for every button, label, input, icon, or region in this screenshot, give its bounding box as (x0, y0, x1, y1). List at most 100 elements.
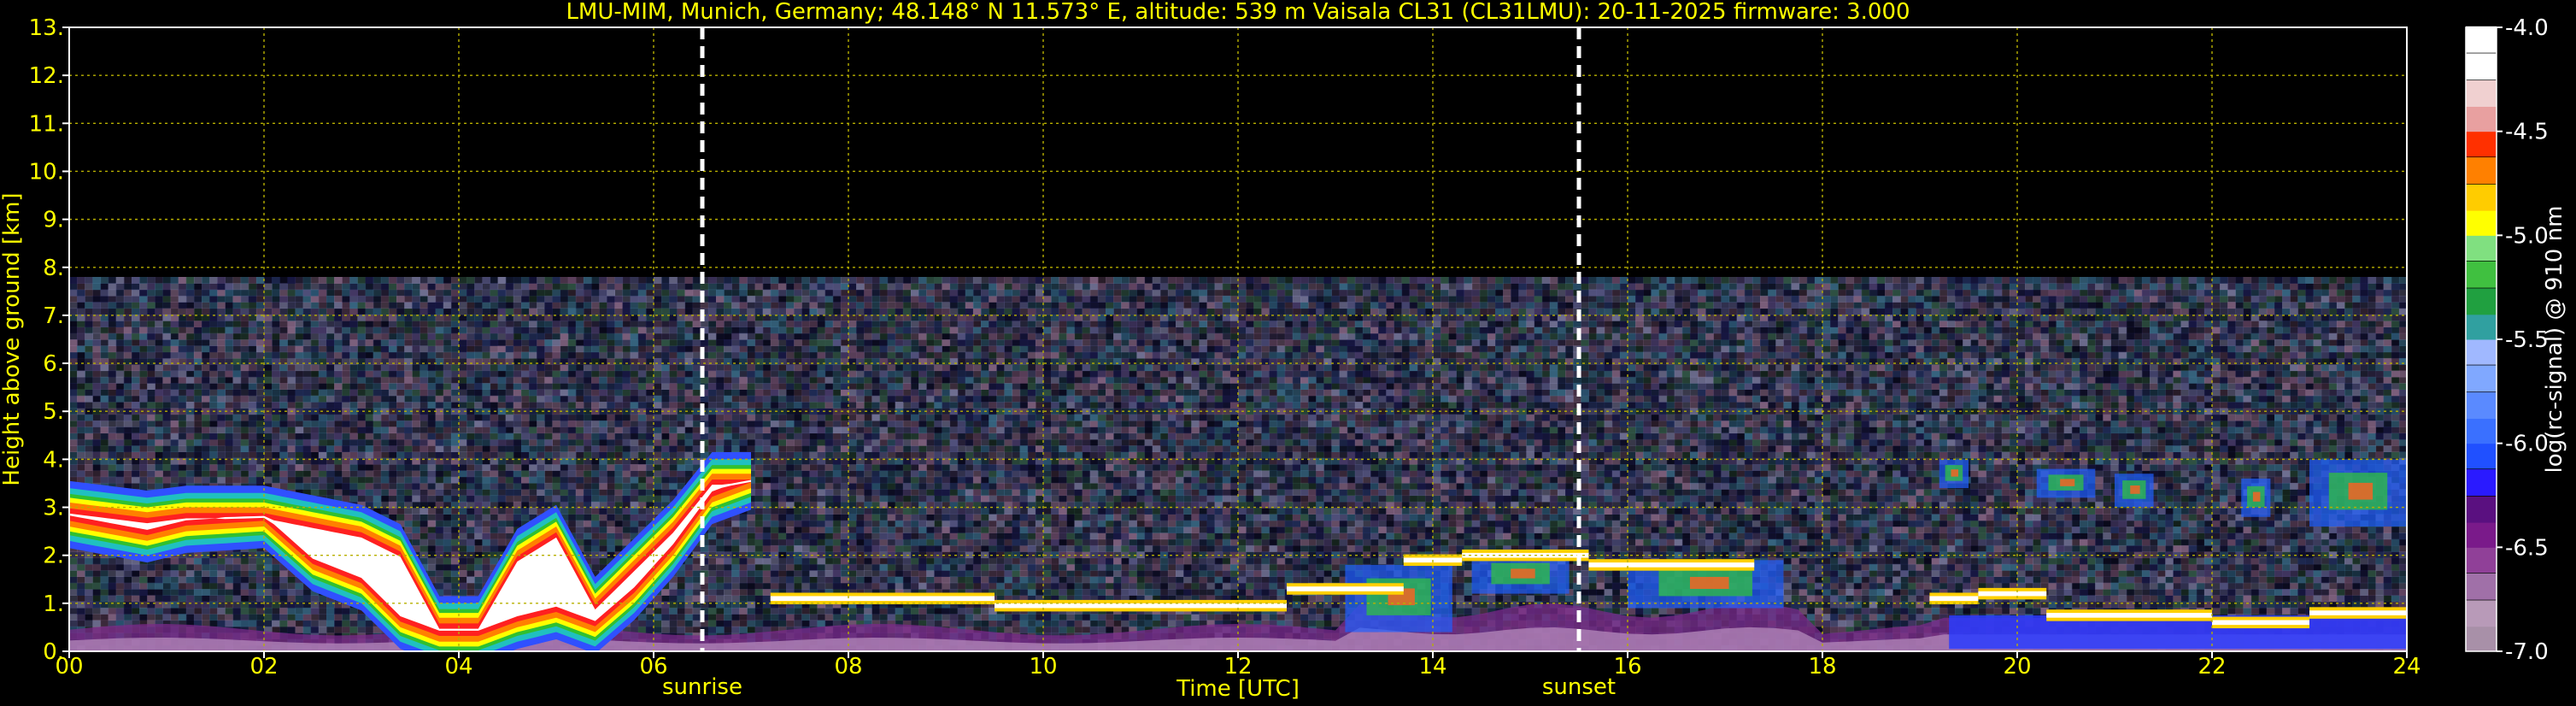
noise-cell (334, 321, 343, 327)
noise-cell (209, 376, 218, 384)
noise-cell (255, 582, 265, 590)
noise-cell (132, 345, 140, 353)
noise-cell (108, 321, 117, 327)
noise-cell (108, 595, 117, 603)
noise-cell (614, 302, 624, 309)
noise-cell (661, 432, 670, 440)
noise-cell (217, 582, 226, 590)
noise-cell (108, 283, 117, 291)
noise-cell (279, 482, 288, 490)
noise-cell (396, 295, 405, 303)
noise-cell (529, 383, 537, 390)
noise-cell (326, 482, 335, 490)
noise-cell (132, 445, 140, 452)
noise-cell (583, 544, 592, 552)
noise-cell (162, 438, 172, 446)
noise-cell (310, 364, 320, 372)
noise-cell (637, 614, 647, 621)
noise-cell (92, 476, 102, 484)
noise-cell (583, 532, 592, 540)
noise-cell (365, 389, 374, 397)
noise-cell (583, 482, 592, 490)
noise-cell (132, 289, 140, 297)
noise-cell (85, 289, 93, 297)
noise-cell (427, 332, 437, 340)
noise-cell (232, 557, 242, 565)
noise-cell (69, 395, 78, 403)
noise-cell (92, 383, 102, 390)
noise-cell (302, 427, 312, 434)
noise-cell (202, 414, 210, 421)
noise-cell (123, 395, 132, 403)
noise-cell (295, 389, 304, 397)
noise-cell (513, 302, 522, 309)
noise-cell (537, 451, 545, 459)
noise-cell (599, 438, 607, 446)
noise-cell (255, 414, 265, 421)
noise-cell (490, 376, 499, 384)
noise-cell (209, 289, 218, 297)
noise-cell (380, 389, 390, 397)
noise-cell (310, 308, 320, 315)
noise-cell (100, 595, 109, 603)
noise-cell (248, 389, 257, 397)
noise-cell (85, 563, 93, 571)
noise-cell (287, 601, 296, 609)
noise-cell (521, 489, 530, 497)
noise-cell (427, 438, 437, 446)
noise-cell (357, 277, 367, 284)
noise-cell (575, 514, 584, 521)
noise-cell (264, 557, 273, 565)
noise-cell (637, 395, 647, 403)
noise-cell (373, 420, 382, 427)
noise-cell (318, 427, 327, 434)
noise-cell (505, 389, 514, 397)
noise-cell (232, 283, 242, 291)
noise-cell (513, 402, 522, 409)
noise-cell (255, 402, 265, 409)
noise-cell (505, 383, 514, 390)
noise-cell (630, 432, 639, 440)
noise-cell (185, 563, 195, 571)
noise-cell (100, 339, 109, 346)
noise-cell (513, 476, 522, 484)
noise-cell (170, 395, 179, 403)
noise-cell (637, 376, 647, 384)
noise-cell (232, 582, 242, 590)
noise-cell (100, 289, 109, 297)
noise-cell (490, 520, 499, 527)
noise-cell (420, 289, 429, 297)
noise-cell (85, 283, 93, 291)
noise-cell (217, 445, 226, 452)
noise-cell (295, 614, 304, 621)
noise-cell (132, 576, 140, 584)
noise-cell (677, 289, 686, 297)
noise-cell (591, 438, 600, 446)
noise-cell (654, 370, 662, 378)
noise-cell (560, 339, 569, 346)
noise-cell (677, 321, 686, 327)
noise-cell (482, 364, 491, 372)
noise-cell (69, 364, 78, 372)
noise-cell (272, 321, 280, 327)
noise-cell (622, 364, 631, 372)
noise-cell (544, 277, 553, 284)
noise-cell (575, 289, 584, 297)
noise-cell (459, 508, 467, 515)
noise-cell (255, 314, 265, 321)
noise-cell (287, 295, 296, 303)
noise-cell (544, 395, 553, 403)
noise-cell (326, 614, 335, 621)
noise-cell (155, 470, 163, 478)
noise-cell (162, 389, 172, 397)
noise-cell (505, 332, 514, 340)
noise-cell (654, 489, 662, 497)
noise-cell (560, 283, 569, 291)
noise-cell (654, 432, 662, 440)
noise-cell (404, 520, 413, 527)
noise-cell (474, 364, 483, 372)
noise-cell (326, 427, 335, 434)
noise-cell (334, 327, 343, 334)
noise-cell (209, 302, 218, 309)
noise-cell (513, 470, 522, 478)
